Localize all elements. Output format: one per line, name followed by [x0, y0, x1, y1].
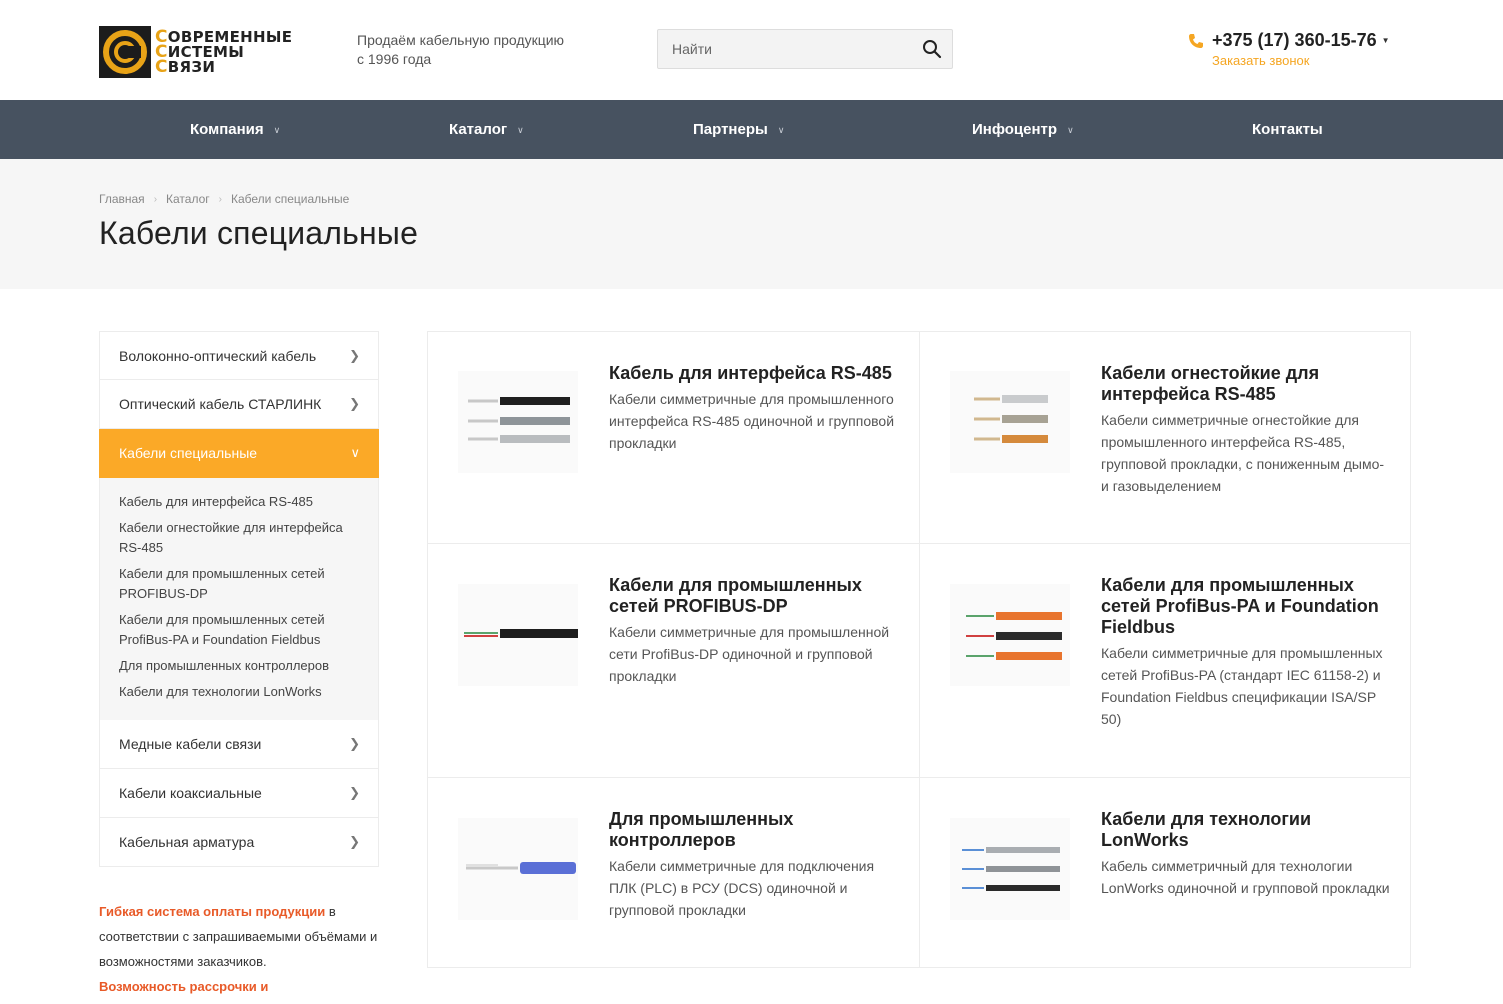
- product-card[interactable]: Кабели для промышленных сетей ProfiBus-P…: [919, 544, 1410, 777]
- chevron-down-icon: ∨: [1067, 125, 1074, 135]
- product-title[interactable]: Кабель для интерфейса RS-485: [609, 363, 899, 384]
- page-header: Главная › Каталог › Кабели специальные К…: [0, 159, 1503, 289]
- promo-link-payment[interactable]: Гибкая система оплаты продукции: [99, 904, 325, 919]
- site-header: СОВРЕМЕННЫЕ СИСТЕМЫ СВЯЗИ Продаём кабель…: [0, 0, 1503, 100]
- phone-number[interactable]: +375 (17) 360-15-76: [1212, 30, 1377, 51]
- product-title[interactable]: Кабели для технологии LonWorks: [1101, 809, 1391, 851]
- submenu-item-rs485-fireproof[interactable]: Кабели огнестойкие для интерфейса RS-485: [119, 518, 359, 558]
- product-image: [458, 818, 578, 920]
- breadcrumb-current: Кабели специальные: [231, 192, 350, 206]
- sidebar-item-copper[interactable]: Медные кабели связи ❯: [99, 720, 379, 769]
- logo-wordmark: СОВРЕМЕННЫЕ СИСТЕМЫ СВЯЗИ: [155, 26, 293, 77]
- submenu-item-controllers[interactable]: Для промышленных контроллеров: [119, 656, 359, 676]
- chevron-down-icon: ∨: [517, 125, 524, 135]
- product-image: [950, 371, 1070, 473]
- product-description: Кабели симметричные для подключения ПЛК …: [609, 858, 875, 918]
- product-image: [458, 584, 578, 686]
- product-title[interactable]: Кабели для промышленных сетей PROFIBUS-D…: [609, 575, 899, 617]
- search-input[interactable]: [658, 30, 908, 68]
- chevron-down-icon: ∨: [777, 125, 785, 135]
- breadcrumb: Главная › Каталог › Кабели специальные: [99, 192, 349, 206]
- breadcrumb-catalog[interactable]: Каталог: [166, 192, 210, 206]
- product-image: [950, 818, 1070, 920]
- product-description: Кабели симметричные для промышленных сет…: [1101, 645, 1383, 727]
- product-description: Кабель симметричный для технологии LonWo…: [1101, 858, 1390, 896]
- product-title[interactable]: Кабели огнестойкие для интерфейса RS-485: [1101, 363, 1391, 405]
- chevron-right-icon: ❯: [349, 396, 360, 411]
- promo-link-installment[interactable]: Возможность рассрочки и: [99, 979, 268, 994]
- chevron-right-icon: ›: [153, 193, 158, 205]
- contact-phone-block: +375 (17) 360-15-76 ▼ Заказать звонок: [1188, 30, 1408, 68]
- product-image: [950, 584, 1070, 686]
- sidebar-item-fiber-optic[interactable]: Волоконно-оптический кабель ❯: [99, 331, 379, 380]
- page-title: Кабели специальные: [99, 215, 419, 251]
- payment-promo: Гибкая система оплаты продукции в соотве…: [99, 904, 378, 994]
- site-logo[interactable]: СОВРЕМЕННЫЕ СИСТЕМЫ СВЯЗИ: [99, 25, 294, 79]
- sidebar-item-fittings[interactable]: Кабельная арматура ❯: [99, 818, 379, 867]
- nav-item-company[interactable]: Компания ∨: [190, 100, 280, 159]
- product-description: Кабели симметричные для промышленной сет…: [609, 624, 890, 684]
- tagline: Продаём кабельную продукцию с 1996 года: [357, 32, 565, 67]
- product-card[interactable]: Для промышленных контроллеров Кабели сим…: [428, 778, 919, 967]
- search-box: [657, 29, 953, 69]
- chevron-down-icon: ∨: [350, 445, 360, 460]
- sidebar-item-coaxial[interactable]: Кабели коаксиальные ❯: [99, 769, 379, 818]
- search-icon[interactable]: [922, 39, 942, 59]
- nav-item-catalog[interactable]: Каталог ∨: [449, 100, 524, 159]
- product-card[interactable]: Кабели для промышленных сетей PROFIBUS-D…: [428, 544, 919, 777]
- product-title[interactable]: Для промышленных контроллеров: [609, 809, 899, 851]
- submenu-item-rs485[interactable]: Кабель для интерфейса RS-485: [119, 492, 359, 512]
- breadcrumb-home[interactable]: Главная: [99, 192, 145, 206]
- sidebar-item-special-cables[interactable]: Кабели специальные ∨: [99, 429, 379, 478]
- product-grid: Кабель для интерфейса RS-485 Кабели симм…: [427, 331, 1411, 968]
- product-description: Кабели симметричные огнестойкие для пром…: [1101, 412, 1385, 494]
- nav-item-partners[interactable]: Партнеры ∨: [693, 100, 784, 159]
- submenu-item-profibus-dp[interactable]: Кабели для промышленных сетей PROFIBUS-D…: [119, 564, 359, 604]
- chevron-down-icon: ∨: [273, 125, 281, 135]
- nav-item-contacts[interactable]: Контакты: [1252, 100, 1323, 159]
- chevron-right-icon: ❯: [349, 348, 360, 363]
- chevron-right-icon: ❯: [349, 736, 360, 751]
- product-image: [458, 371, 578, 473]
- submenu-item-lonworks[interactable]: Кабели для технологии LonWorks: [119, 682, 359, 702]
- callback-link[interactable]: Заказать звонок: [1212, 53, 1408, 68]
- product-card[interactable]: Кабели огнестойкие для интерфейса RS-485…: [919, 332, 1410, 543]
- product-card[interactable]: Кабели для технологии LonWorks Кабель си…: [919, 778, 1410, 967]
- main-nav: Компания ∨ Каталог ∨ Партнеры ∨ Инфоцентр ∨ …: [0, 100, 1503, 159]
- phone-icon: [1188, 33, 1204, 49]
- product-description: Кабели симметричные для промышленного ин…: [609, 391, 895, 451]
- sidebar-submenu: Кабель для интерфейса RS-485 Кабели огне…: [99, 478, 379, 720]
- chevron-right-icon: ›: [218, 193, 222, 205]
- submenu-item-profibus-pa[interactable]: Кабели для промышленных сетей ProfiBus-P…: [119, 610, 359, 650]
- chevron-right-icon: ❯: [349, 834, 360, 849]
- caret-down-icon[interactable]: ▼: [1382, 36, 1390, 45]
- nav-item-infocenter[interactable]: Инфоцентр ∨: [972, 100, 1074, 159]
- product-title[interactable]: Кабели для промышленных сетей ProfiBus-P…: [1101, 575, 1391, 638]
- sidebar-menu: Волоконно-оптический кабель ❯ Оптический …: [99, 331, 379, 867]
- product-card[interactable]: Кабель для интерфейса RS-485 Кабели симм…: [428, 332, 919, 543]
- logo-mark-icon: [99, 26, 151, 78]
- sidebar-item-starlink[interactable]: Оптический кабель СТАРЛИНК ❯: [99, 380, 379, 429]
- chevron-right-icon: ❯: [349, 785, 360, 800]
